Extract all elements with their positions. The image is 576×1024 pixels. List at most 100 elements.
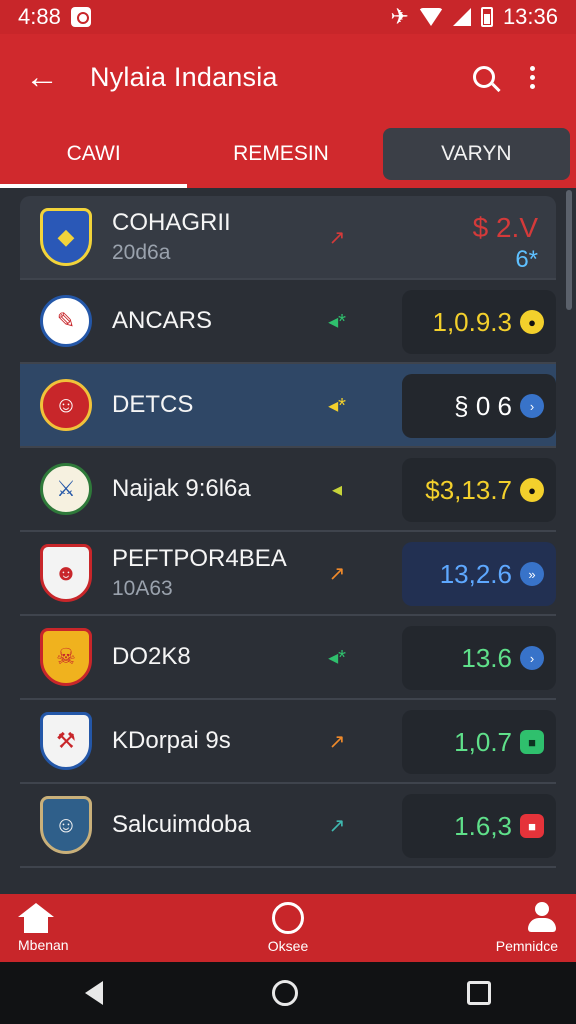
status-bar: 4:88 ✈ 13:36 — [0, 0, 576, 34]
trend-icon: ↗ — [328, 730, 346, 753]
trend-icon: ◂ — [331, 478, 343, 501]
shirt-icon: ■ — [520, 730, 544, 754]
back-button[interactable]: ← — [20, 55, 64, 99]
chevron-right-icon: › — [520, 394, 544, 418]
trend-icon: ◂* — [328, 646, 346, 669]
team-name: PEFTPOR4BEA — [112, 545, 287, 572]
nav-oksee[interactable]: Oksee — [213, 894, 363, 962]
team-name: COHAGRII — [112, 209, 231, 236]
team-info: DETCS — [112, 391, 302, 419]
team-name: Naijak 9:6l6a — [112, 475, 251, 502]
scrollbar[interactable] — [566, 190, 572, 310]
value-text: $3,13.7 — [425, 474, 512, 505]
value-box: 1,0.7 ■ — [402, 710, 556, 774]
value-text: § 0 6 — [454, 390, 512, 421]
team-subtitle: 10A63 — [112, 577, 173, 600]
team-info: ANCARS — [112, 307, 302, 335]
value-text: $ 2.V — [472, 212, 538, 243]
alert-icon: ✈ — [390, 4, 409, 29]
value-text: 13.6 — [461, 642, 512, 673]
value-text: 1.6,3 — [454, 810, 512, 841]
nav-home-label: Mbenan — [18, 937, 69, 953]
list-item[interactable]: ☺ Salcuimdoba ↗ 1.6,3 ■ — [20, 784, 556, 868]
team-list: ◆ COHAGRII 20d6a ↗ $ 2.V 6* ✎ ANCARS ◂* … — [20, 196, 556, 894]
team-name: ANCARS — [112, 307, 213, 334]
trend-icon: ↗ — [328, 562, 346, 585]
team-logo-icon: ☻ — [38, 543, 94, 603]
arrow-left-icon: ← — [25, 57, 59, 96]
team-info: PEFTPOR4BEA 10A63 — [112, 545, 302, 601]
team-name: KDorpai 9s — [112, 727, 231, 754]
value-box: 13,2.6 » — [402, 542, 556, 606]
nav-profile[interactable]: Pemnidce — [408, 894, 558, 962]
tab-varyn[interactable]: VARYN — [382, 128, 570, 180]
tab-cawi[interactable]: CAWI — [0, 120, 188, 188]
circle-icon — [272, 902, 304, 934]
team-logo-icon: ✎ — [38, 291, 94, 351]
nav-oksee-label: Oksee — [267, 938, 309, 954]
list-item[interactable]: ◆ COHAGRII 20d6a ↗ $ 2.V 6* — [20, 196, 556, 280]
team-name: Salcuimdoba — [112, 811, 251, 838]
team-info: DO2K8 — [112, 643, 302, 671]
trend-icon: ◂* — [328, 310, 346, 333]
team-logo-icon: ☠ — [38, 627, 94, 687]
tab-bar: CAWI REMESIN VARYN — [0, 120, 576, 188]
wifi-icon — [418, 8, 443, 26]
search-button[interactable] — [460, 53, 508, 101]
list-item[interactable]: ☻ PEFTPOR4BEA 10A63 ↗ 13,2.6 » — [20, 532, 556, 616]
signal-icon — [452, 8, 471, 26]
team-name: DO2K8 — [112, 643, 191, 670]
trend-icon: ↗ — [328, 226, 346, 249]
value-box: 13.6 › — [402, 626, 556, 690]
back-triangle-icon[interactable] — [84, 981, 103, 1005]
nav-home[interactable]: Mbenan — [18, 894, 168, 962]
team-subtitle: 20d6a — [112, 241, 171, 264]
team-logo-icon: ☺ — [38, 375, 94, 435]
status-left: 4:88 — [18, 4, 91, 30]
tab-remesin[interactable]: REMESIN — [187, 120, 374, 188]
status-right: ✈ 13:36 — [391, 4, 559, 30]
value-box: 1,0.9.3 ● — [402, 290, 556, 354]
coin-icon: ● — [520, 310, 544, 334]
list-item[interactable]: ⚔ Naijak 9:6l6a ◂ $3,13.7 ● — [20, 448, 556, 532]
bottom-nav: Mbenan Oksee Pemnidce — [0, 894, 576, 962]
list-item[interactable]: ☠ DO2K8 ◂* 13.6 › — [20, 616, 556, 700]
team-info: KDorpai 9s — [112, 727, 302, 755]
list-item[interactable]: ☺ DETCS ◂* § 0 6 › — [20, 364, 556, 448]
value-subtext: 6* — [515, 246, 538, 273]
home-circle-icon[interactable] — [271, 980, 298, 1006]
team-logo-icon: ⚔ — [38, 459, 94, 519]
team-info: COHAGRII 20d6a — [112, 209, 302, 265]
trend-icon: ◂* — [328, 394, 346, 417]
team-info: Naijak 9:6l6a — [112, 475, 302, 503]
system-nav-bar — [0, 962, 576, 1024]
coin-icon: ● — [520, 478, 544, 502]
page-title: Nylaia Indansia — [90, 61, 278, 92]
dice-icon: ■ — [520, 814, 544, 838]
team-info: Salcuimdoba — [112, 811, 302, 839]
value-box: $3,13.7 ● — [402, 458, 556, 522]
more-vert-icon — [529, 65, 535, 89]
team-name: DETCS — [112, 391, 194, 418]
home-icon — [18, 903, 54, 933]
person-icon — [526, 902, 558, 934]
trend-icon: ↗ — [328, 814, 346, 837]
value-text: 13,2.6 — [439, 558, 512, 589]
battery-icon — [480, 7, 493, 27]
status-time: 4:88 — [18, 4, 61, 29]
value-box: 1.6,3 ■ — [402, 794, 556, 858]
value-text: 1,0.9.3 — [432, 306, 512, 337]
recents-square-icon[interactable] — [467, 981, 492, 1005]
nav-profile-label: Pemnidce — [495, 938, 558, 954]
value-text: 1,0.7 — [454, 726, 512, 757]
app-bar: ← Nylaia Indansia — [0, 34, 576, 120]
list-item[interactable]: ✎ ANCARS ◂* 1,0.9.3 ● — [20, 280, 556, 364]
value-box: § 0 6 › — [402, 374, 556, 438]
search-icon — [473, 66, 495, 88]
value-display: $ 2.V 6* — [473, 212, 538, 274]
list-item[interactable]: ⚒ KDorpai 9s ↗ 1,0.7 ■ — [20, 700, 556, 784]
double-chevron-icon: » — [520, 562, 544, 586]
team-logo-icon: ◆ — [38, 207, 94, 267]
more-button[interactable] — [508, 53, 556, 101]
status-clock: 13:36 — [502, 4, 558, 29]
